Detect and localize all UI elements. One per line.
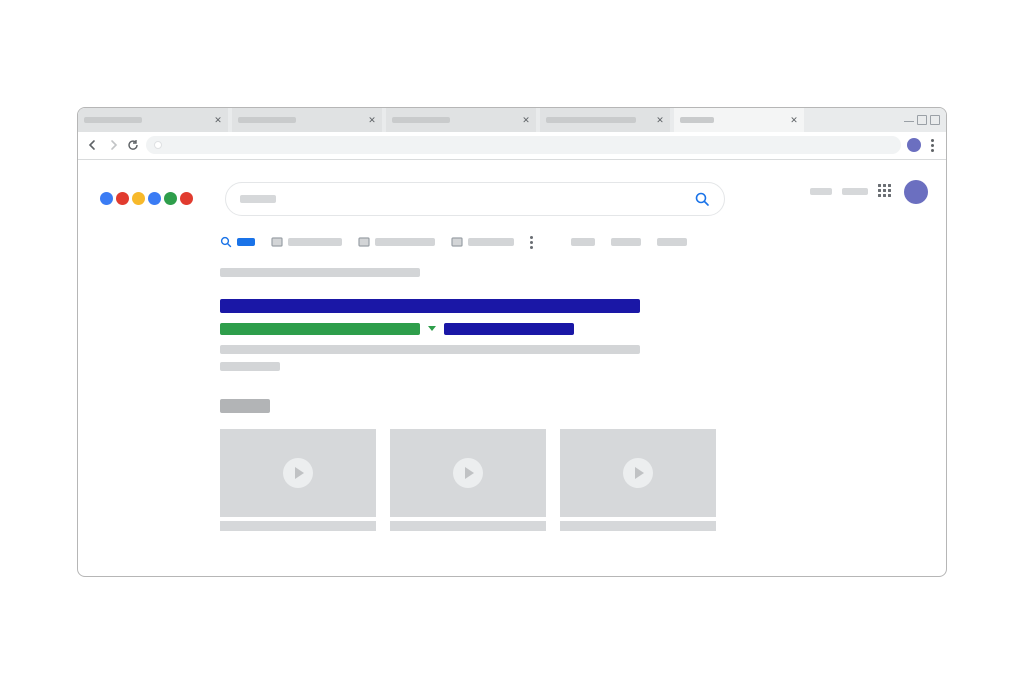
account-area xyxy=(810,180,928,204)
play-icon xyxy=(283,458,313,488)
filter-label xyxy=(375,238,435,246)
video-results xyxy=(220,429,886,531)
videos-heading xyxy=(220,399,270,413)
page-content xyxy=(78,160,946,576)
search-results xyxy=(220,268,886,531)
extension-icon[interactable] xyxy=(907,138,921,152)
grid-icon xyxy=(451,236,463,248)
search-query xyxy=(240,195,276,203)
avatar[interactable] xyxy=(904,180,928,204)
filter-all[interactable] xyxy=(220,236,255,248)
video-thumbnail xyxy=(220,429,376,517)
maximize-icon[interactable] xyxy=(917,115,927,125)
search-icon[interactable] xyxy=(694,191,710,207)
forward-button[interactable] xyxy=(106,138,120,152)
close-icon[interactable]: ✕ xyxy=(368,116,376,124)
video-title xyxy=(560,521,716,531)
video-thumbnail xyxy=(390,429,546,517)
filter-extra[interactable] xyxy=(571,238,595,246)
more-filters-button[interactable] xyxy=(530,236,533,249)
search-filters xyxy=(220,236,687,249)
browser-menu-button[interactable] xyxy=(927,139,938,152)
play-icon xyxy=(453,458,483,488)
result-sublink[interactable] xyxy=(444,323,574,335)
video-thumbnail xyxy=(560,429,716,517)
browser-window: ✕ ✕ ✕ ✕ ✕ xyxy=(77,107,947,577)
search-input[interactable] xyxy=(225,182,725,216)
filter-extra[interactable] xyxy=(611,238,641,246)
back-button[interactable] xyxy=(86,138,100,152)
browser-toolbar xyxy=(78,132,946,160)
result-stats xyxy=(220,268,420,277)
filter-label xyxy=(571,238,595,246)
search-result xyxy=(220,299,886,371)
logo[interactable] xyxy=(100,192,193,205)
browser-tab[interactable]: ✕ xyxy=(232,108,382,132)
filter-label xyxy=(657,238,687,246)
tab-title xyxy=(680,117,714,123)
window-controls xyxy=(904,108,946,132)
close-icon[interactable]: ✕ xyxy=(214,116,222,124)
filter-item[interactable] xyxy=(358,236,435,248)
browser-tab[interactable]: ✕ xyxy=(386,108,536,132)
video-card[interactable] xyxy=(220,429,376,531)
browser-tab-active[interactable]: ✕ xyxy=(674,108,804,132)
apps-icon[interactable] xyxy=(878,184,894,200)
close-icon[interactable]: ✕ xyxy=(790,116,798,124)
filter-item[interactable] xyxy=(271,236,342,248)
close-icon[interactable]: ✕ xyxy=(522,116,530,124)
grid-icon xyxy=(358,236,370,248)
grid-icon xyxy=(271,236,283,248)
chevron-down-icon[interactable] xyxy=(428,326,436,331)
play-icon xyxy=(623,458,653,488)
filter-label xyxy=(468,238,514,246)
filter-item[interactable] xyxy=(451,236,514,248)
tab-title xyxy=(84,117,142,123)
header-link[interactable] xyxy=(810,188,832,195)
tab-title xyxy=(392,117,450,123)
tab-strip: ✕ ✕ ✕ ✕ ✕ xyxy=(78,108,946,132)
video-card[interactable] xyxy=(560,429,716,531)
result-description xyxy=(220,345,640,354)
search-small-icon xyxy=(220,236,232,248)
video-card[interactable] xyxy=(390,429,546,531)
site-info-icon[interactable] xyxy=(154,141,162,149)
filter-label xyxy=(611,238,641,246)
filter-label xyxy=(288,238,342,246)
filter-extra[interactable] xyxy=(657,238,687,246)
browser-tab[interactable]: ✕ xyxy=(540,108,670,132)
result-url[interactable] xyxy=(220,323,420,335)
tab-title xyxy=(546,117,636,123)
filter-label xyxy=(237,238,255,246)
tab-title xyxy=(238,117,296,123)
header-link[interactable] xyxy=(842,188,868,195)
address-bar[interactable] xyxy=(146,136,901,154)
close-window-icon[interactable] xyxy=(930,115,940,125)
close-icon[interactable]: ✕ xyxy=(656,116,664,124)
browser-tab[interactable]: ✕ xyxy=(78,108,228,132)
video-title xyxy=(390,521,546,531)
result-url-row xyxy=(220,323,886,335)
result-title[interactable] xyxy=(220,299,640,313)
reload-button[interactable] xyxy=(126,138,140,152)
minimize-icon[interactable] xyxy=(904,121,914,122)
video-title xyxy=(220,521,376,531)
result-description xyxy=(220,362,280,371)
